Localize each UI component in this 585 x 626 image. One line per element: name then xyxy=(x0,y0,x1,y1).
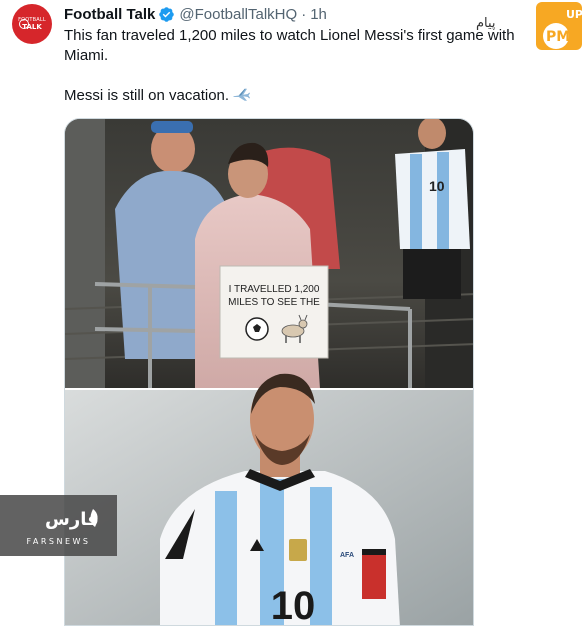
tweet-header: Football Talk @FootballTalkHQ · 1h xyxy=(64,4,327,24)
avatar-logo-ring xyxy=(19,19,29,29)
pm-logo-icon: UP PM xyxy=(536,2,582,50)
player-photo: AFA 10 xyxy=(65,373,473,626)
verified-badge-icon xyxy=(159,6,175,22)
fars-latin-text: FARSNEWS xyxy=(26,537,91,546)
tweet-text: This fan traveled 1,200 miles to watch L… xyxy=(64,26,544,106)
pm-logo-up: UP xyxy=(566,8,582,21)
separator-dot: · xyxy=(301,5,307,23)
tweet-media[interactable]: 10 I TRAVELLED 1,200 MILES TO SEE THE AF… xyxy=(64,118,474,626)
user-handle[interactable]: @FootballTalkHQ xyxy=(179,6,297,23)
tweet-text-line3: Messi is still on vacation. xyxy=(64,87,230,104)
media-image: 10 I TRAVELLED 1,200 MILES TO SEE THE AF… xyxy=(65,119,473,626)
kid-shirt-number: 10 xyxy=(429,178,445,194)
brand-watermark-text: پیام xyxy=(476,16,496,31)
player-shirt-number: 10 xyxy=(271,584,316,626)
tweet-text-line: This fan traveled 1,200 miles to watch L… xyxy=(64,27,515,44)
tweet-text-line: Messi is still on vacation. xyxy=(64,86,544,106)
fan-photo: 10 I TRAVELLED 1,200 MILES TO SEE THE xyxy=(65,119,473,389)
fars-logo-icon: فارس xyxy=(45,509,99,530)
sign-line2: MILES TO SEE THE xyxy=(228,297,320,308)
fars-watermark: فارس FARSNEWS xyxy=(0,495,117,556)
airplane-emoji-icon xyxy=(233,88,251,101)
sign-line1: I TRAVELLED 1,200 xyxy=(229,284,320,295)
badge-text: AFA xyxy=(340,552,354,559)
display-name[interactable]: Football Talk xyxy=(64,6,155,23)
fan-sign: I TRAVELLED 1,200 MILES TO SEE THE xyxy=(219,265,329,359)
account-avatar[interactable]: FOOTBALL TALK xyxy=(12,4,52,44)
tweet-timestamp[interactable]: 1h xyxy=(310,6,327,23)
pm-logo-pm: PM xyxy=(546,29,570,45)
tweet-text-line: Miami. xyxy=(64,47,109,64)
